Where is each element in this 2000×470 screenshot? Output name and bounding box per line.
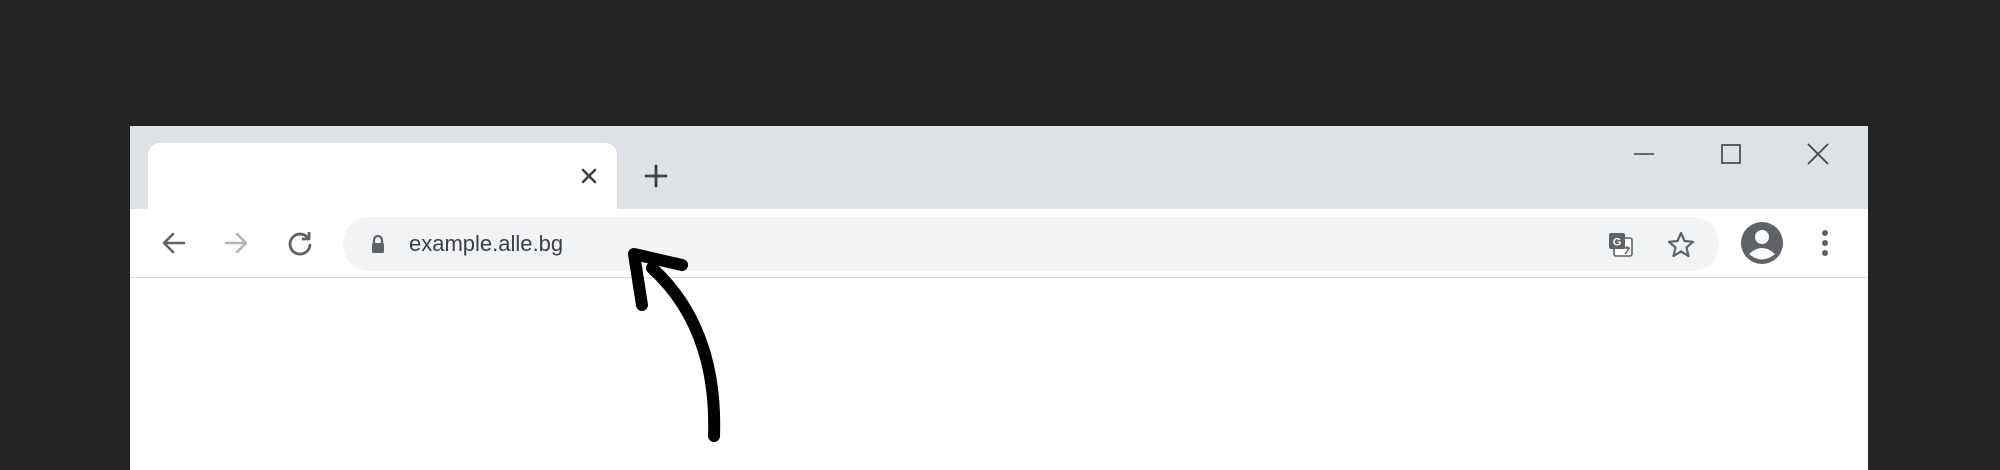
window-close-button[interactable] xyxy=(1788,132,1848,176)
browser-window: example.alle.bg G xyxy=(130,126,1868,470)
more-vert-icon xyxy=(1822,230,1828,256)
tab-strip xyxy=(130,126,1868,209)
hand-drawn-arrow-icon xyxy=(628,248,721,442)
browser-menu-button[interactable] xyxy=(1810,225,1840,261)
star-icon xyxy=(1667,231,1695,258)
close-icon xyxy=(1807,143,1829,165)
new-tab-button[interactable] xyxy=(638,158,674,194)
arrow-left-icon xyxy=(162,232,186,254)
tab-close-button[interactable] xyxy=(574,161,604,191)
browser-toolbar: example.alle.bg G xyxy=(130,209,1868,278)
plus-icon xyxy=(644,164,668,188)
address-bar[interactable]: example.alle.bg G xyxy=(343,217,1719,271)
reload-icon xyxy=(288,232,312,256)
translate-button[interactable]: G xyxy=(1606,230,1636,260)
minimize-button[interactable] xyxy=(1614,132,1674,176)
reload-button[interactable] xyxy=(282,225,318,261)
svg-text:G: G xyxy=(1613,237,1622,249)
bookmark-star-button[interactable] xyxy=(1666,230,1696,260)
arrow-right-icon xyxy=(224,232,248,254)
close-icon xyxy=(581,168,597,184)
screenshot-stage: example.alle.bg G xyxy=(0,0,2000,470)
back-button[interactable] xyxy=(156,225,192,261)
forward-button[interactable] xyxy=(218,225,254,261)
page-content xyxy=(130,278,1868,470)
minimize-icon xyxy=(1634,153,1654,155)
account-circle-icon xyxy=(1741,222,1783,264)
profile-button[interactable] xyxy=(1740,221,1784,265)
translate-icon: G xyxy=(1609,233,1633,257)
url-text[interactable]: example.alle.bg xyxy=(409,231,563,257)
maximize-button[interactable] xyxy=(1701,132,1761,176)
maximize-icon xyxy=(1721,144,1741,164)
lock-icon[interactable] xyxy=(367,233,389,255)
active-tab[interactable] xyxy=(148,143,617,209)
